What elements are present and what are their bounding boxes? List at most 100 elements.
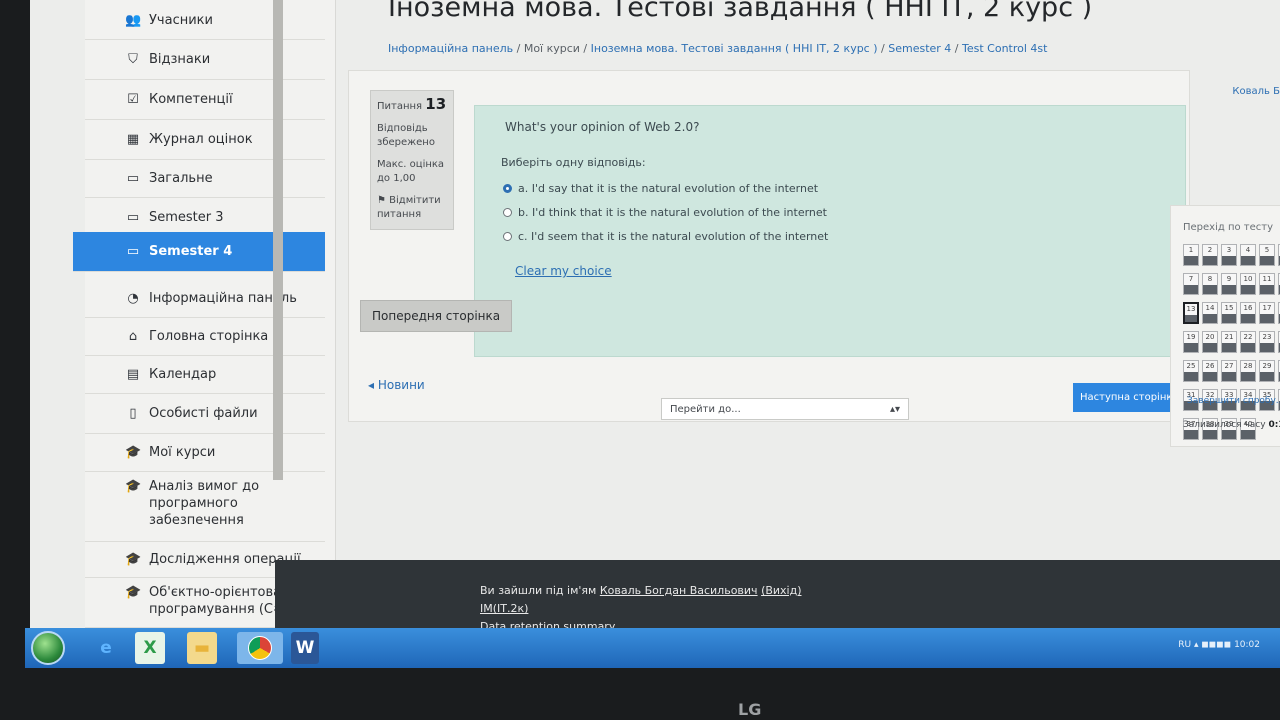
quiz-nav-number: 19 bbox=[1184, 332, 1198, 343]
quiz-nav-question[interactable]: 13 bbox=[1183, 302, 1199, 324]
quiz-navigation-title: Перехід по тесту bbox=[1183, 222, 1274, 233]
sidebar-item-course-requirements[interactable]: 🎓 Аналіз вимог до програмного забезпеченн… bbox=[85, 472, 325, 542]
quiz-nav-question[interactable]: 23 bbox=[1259, 331, 1275, 353]
quiz-nav-number: 10 bbox=[1241, 274, 1255, 285]
sidebar-item-competencies[interactable]: ☑ Компетенції bbox=[85, 80, 325, 120]
word-icon[interactable]: W bbox=[291, 632, 319, 664]
clear-choice-link[interactable]: Clear my choice bbox=[515, 264, 612, 278]
breadcrumb-quiz[interactable]: Test Control 4st bbox=[962, 42, 1047, 55]
quiz-nav-question[interactable]: 26 bbox=[1202, 360, 1218, 382]
quiz-nav-question[interactable]: 19 bbox=[1183, 331, 1199, 353]
quiz-nav-number: 16 bbox=[1241, 303, 1255, 314]
file-explorer-icon[interactable]: ▬ bbox=[187, 632, 217, 664]
flag-question-button[interactable]: ⚑ Відмітити питання bbox=[377, 194, 447, 222]
quiz-nav-question[interactable]: 15 bbox=[1221, 302, 1237, 324]
quiz-nav-question[interactable]: 10 bbox=[1240, 273, 1256, 295]
language-indicator[interactable]: RU bbox=[1178, 640, 1191, 650]
news-link[interactable]: ◂ Новини bbox=[368, 378, 425, 392]
excel-icon[interactable]: X bbox=[135, 632, 165, 664]
sidebar-scrollbar[interactable] bbox=[273, 0, 283, 480]
flag-icon: ⚑ bbox=[377, 195, 390, 206]
quiz-nav-question[interactable]: 4 bbox=[1240, 244, 1256, 266]
quiz-nav-question[interactable]: 5 bbox=[1259, 244, 1275, 266]
quiz-nav-question[interactable]: 11 bbox=[1259, 273, 1275, 295]
previous-page-button[interactable]: Попередня сторінка bbox=[360, 300, 513, 332]
question-number: 13 bbox=[425, 95, 447, 113]
quiz-nav-question[interactable]: 8 bbox=[1202, 273, 1218, 295]
breadcrumb-course[interactable]: Іноземна мова. Тестові завдання ( ННІ ІТ… bbox=[591, 42, 878, 55]
system-tray: RU ▴ ◼◼◼◼ 10:02 bbox=[1178, 640, 1260, 650]
answer-option-b[interactable]: b. I'd think that it is the natural evol… bbox=[503, 206, 827, 219]
quiz-nav-question[interactable]: 2 bbox=[1202, 244, 1218, 266]
quiz-nav-question[interactable]: 16 bbox=[1240, 302, 1256, 324]
sidebar-item-home[interactable]: ⌂ Головна сторінка bbox=[85, 318, 325, 356]
quiz-nav-question[interactable]: 27 bbox=[1221, 360, 1237, 382]
graduation-cap-icon: 🎓 bbox=[125, 552, 142, 567]
question-body: What's your opinion of Web 2.0? Виберіть… bbox=[474, 105, 1186, 357]
sidebar-item-badges[interactable]: ⛉ Відзнаки bbox=[85, 40, 325, 80]
breadcrumb-dashboard[interactable]: Інформаційна панель bbox=[388, 42, 513, 55]
quiz-nav-question[interactable]: 20 bbox=[1202, 331, 1218, 353]
start-button[interactable] bbox=[31, 631, 65, 665]
answer-option-c[interactable]: c. I'd seem that it is the natural evolu… bbox=[503, 230, 828, 243]
answer-option-a[interactable]: a. I'd say that it is the natural evolut… bbox=[503, 182, 818, 195]
quiz-nav-number: 17 bbox=[1260, 303, 1274, 314]
quiz-nav-number: 15 bbox=[1222, 303, 1236, 314]
quiz-nav-number: 11 bbox=[1260, 274, 1274, 285]
radio[interactable] bbox=[503, 208, 512, 217]
sidebar-item-grades[interactable]: ▦ Журнал оцінок bbox=[85, 120, 325, 160]
page-title: Іноземна мова. Тестові завдання ( ННІ ІТ… bbox=[388, 0, 1093, 23]
sidebar-item-general[interactable]: ▭ Загальне bbox=[85, 160, 325, 198]
finish-attempt-link[interactable]: Завершити спробу... bbox=[1187, 396, 1280, 406]
quiz-nav-question[interactable]: 9 bbox=[1221, 273, 1237, 295]
time-left: Залишилося часу 0:14:57 bbox=[1183, 420, 1280, 430]
file-icon: ▯ bbox=[129, 406, 137, 421]
quiz-nav-question[interactable]: 3 bbox=[1221, 244, 1237, 266]
graduation-cap-icon: 🎓 bbox=[125, 479, 142, 494]
chrome-icon[interactable] bbox=[237, 632, 283, 664]
sidebar-item-semester-4[interactable]: ▭ Semester 4 bbox=[73, 232, 325, 272]
quiz-nav-question[interactable]: 7 bbox=[1183, 273, 1199, 295]
quiz-nav-question[interactable]: 14 bbox=[1202, 302, 1218, 324]
select-arrow-icon: ▴▾ bbox=[889, 404, 900, 415]
quiz-nav-question[interactable]: 25 bbox=[1183, 360, 1199, 382]
windows-taskbar: e X ▬ W RU ▴ ◼◼◼◼ 10:02 bbox=[25, 628, 1280, 668]
user-profile-link[interactable]: Коваль Богдан Васильович bbox=[600, 584, 758, 597]
graduation-cap-icon: 🎓 bbox=[125, 585, 142, 600]
quiz-nav-question[interactable]: 17 bbox=[1259, 302, 1275, 324]
radio-selected[interactable] bbox=[503, 184, 512, 193]
quiz-nav-question[interactable]: 28 bbox=[1240, 360, 1256, 382]
sidebar-item-my-courses[interactable]: 🎓 Мої курси bbox=[85, 434, 325, 472]
sidebar-item-participants[interactable]: 👥 Учасники bbox=[85, 2, 325, 40]
quiz-nav-question[interactable]: 1 bbox=[1183, 244, 1199, 266]
next-page-button[interactable]: Наступна сторінка bbox=[1073, 383, 1186, 412]
answer-prompt: Виберіть одну відповідь: bbox=[501, 156, 646, 169]
jump-to-select[interactable]: Перейти до... ▴▾ bbox=[661, 398, 909, 420]
quiz-nav-question[interactable]: 29 bbox=[1259, 360, 1275, 382]
user-menu[interactable]: Коваль Б bbox=[1232, 86, 1280, 97]
breadcrumb-my-courses[interactable]: Мої курси bbox=[524, 42, 580, 55]
browser-window: 👥 Учасники ⛉ Відзнаки ☑ Компетенції ▦ Журнал… bbox=[30, 0, 1280, 628]
sidebar-item-calendar[interactable]: ▤ Календар bbox=[85, 356, 325, 394]
dashboard-icon: ◔ bbox=[127, 291, 139, 306]
internet-explorer-icon[interactable]: e bbox=[83, 632, 129, 664]
sidebar-item-private-files[interactable]: ▯ Особисті файли bbox=[85, 394, 325, 434]
quiz-nav-number: 9 bbox=[1222, 274, 1236, 285]
sidebar-item-dashboard[interactable]: ◔ Інформаційна панель bbox=[85, 280, 325, 318]
logout-link[interactable]: (Вихід) bbox=[761, 584, 801, 597]
quiz-nav-question[interactable]: 21 bbox=[1221, 331, 1237, 353]
clock[interactable]: 10:02 bbox=[1234, 640, 1260, 650]
radio[interactable] bbox=[503, 232, 512, 241]
data-retention-link[interactable]: Data retention summary bbox=[480, 620, 615, 628]
page-footer: Ви зайшли під ім'ям Коваль Богдан Василь… bbox=[275, 560, 1280, 628]
quiz-nav-number: 3 bbox=[1222, 245, 1236, 256]
question-text: What's your opinion of Web 2.0? bbox=[505, 120, 700, 134]
breadcrumb-semester[interactable]: Semester 4 bbox=[888, 42, 951, 55]
quiz-nav-number: 23 bbox=[1260, 332, 1274, 343]
quiz-nav-question[interactable]: 22 bbox=[1240, 331, 1256, 353]
quiz-nav-number: 4 bbox=[1241, 245, 1255, 256]
group-link[interactable]: ІМ(ІТ.2к) bbox=[480, 602, 528, 615]
calendar-icon: ▤ bbox=[126, 367, 140, 382]
quiz-nav-number: 25 bbox=[1184, 361, 1198, 372]
login-info: Ви зайшли під ім'ям Коваль Богдан Василь… bbox=[480, 584, 802, 597]
